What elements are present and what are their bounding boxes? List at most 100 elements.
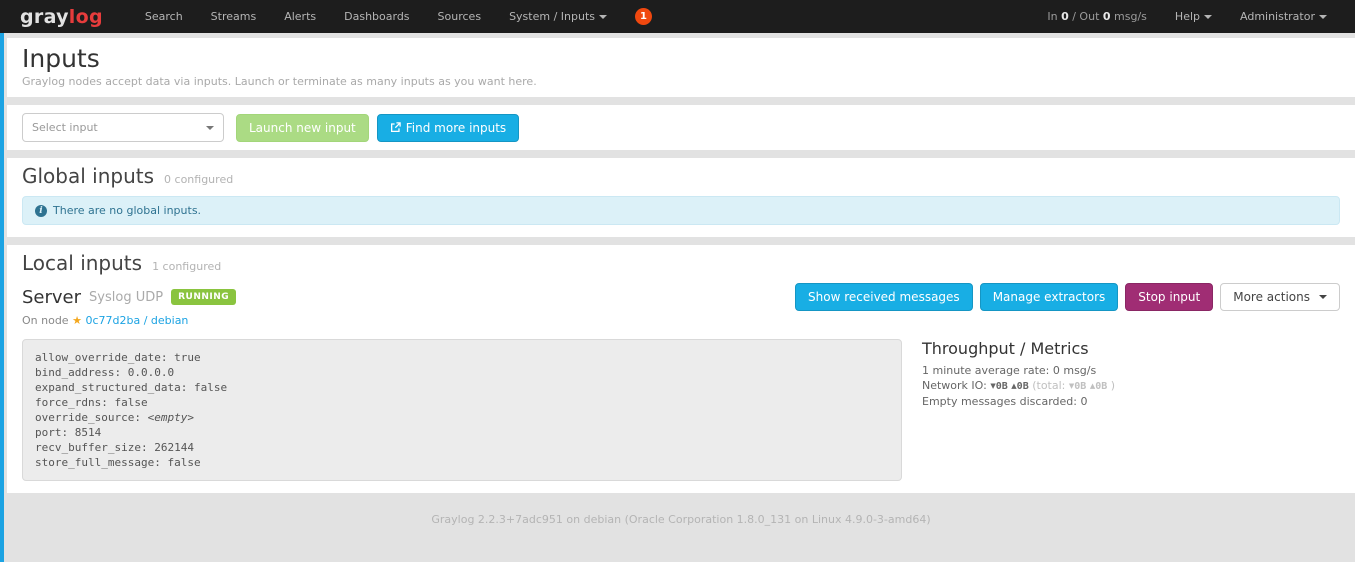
page-content: Inputs Graylog nodes accept data via inp… bbox=[0, 33, 1355, 526]
input-entry-header: Server Syslog UDP RUNNING Show received … bbox=[22, 283, 1340, 311]
nav-item-streams[interactable]: Streams bbox=[197, 1, 271, 32]
network-io-line: Network IO: ▼0B ▲0B (total: ▼0B ▲0B ) bbox=[922, 378, 1115, 394]
nav-item-search[interactable]: Search bbox=[131, 1, 197, 32]
launch-input-card: Select input Launch new input Find more … bbox=[7, 105, 1355, 150]
find-more-inputs-button[interactable]: Find more inputs bbox=[377, 114, 519, 142]
no-global-inputs-alert-text: There are no global inputs. bbox=[53, 204, 201, 217]
brand-text-gray: gray bbox=[20, 6, 69, 28]
throughput-unit: msg/s bbox=[1114, 10, 1147, 23]
input-name: Server bbox=[22, 287, 81, 308]
more-actions-button[interactable]: More actions bbox=[1220, 283, 1340, 311]
avg-rate-line: 1 minute average rate: 0 msg/s bbox=[922, 363, 1115, 378]
throughput-in-label: In bbox=[1047, 10, 1057, 23]
page-description: Graylog nodes accept data via inputs. La… bbox=[22, 75, 1340, 88]
config-line: force_rdns: false bbox=[35, 395, 889, 410]
config-key: force_rdns: bbox=[35, 396, 108, 409]
config-key: port: bbox=[35, 426, 68, 439]
config-line: recv_buffer_size: 262144 bbox=[35, 440, 889, 455]
nav-item-dashboards[interactable]: Dashboards bbox=[330, 1, 423, 32]
empty-messages-line: Empty messages discarded: 0 bbox=[922, 394, 1115, 409]
version-footer: Graylog 2.2.3+7adc951 on debian (Oracle … bbox=[7, 501, 1355, 526]
nav-dropdown-system-inputs-label: System / Inputs bbox=[509, 10, 595, 23]
global-inputs-heading: Global inputs 0 configured bbox=[22, 163, 1340, 189]
config-value: 262144 bbox=[154, 441, 194, 454]
left-accent-bar bbox=[0, 33, 4, 562]
top-navbar: graylog Search Streams Alerts Dashboards… bbox=[0, 0, 1355, 33]
config-key: store_full_message: bbox=[35, 456, 161, 469]
input-details-row: allow_override_date: true bind_address: … bbox=[22, 339, 1340, 481]
nav-user-label: Administrator bbox=[1240, 10, 1315, 23]
config-key: override_source: bbox=[35, 411, 141, 424]
page-title: Inputs bbox=[22, 44, 1340, 73]
status-badge: RUNNING bbox=[171, 289, 236, 305]
input-action-buttons: Show received messages Manage extractors… bbox=[795, 283, 1340, 311]
node-link[interactable]: 0c77d2ba / debian bbox=[85, 314, 188, 327]
io-total-close: ) bbox=[1111, 379, 1115, 392]
config-value: <empty> bbox=[148, 411, 194, 424]
no-global-inputs-alert: i There are no global inputs. bbox=[22, 196, 1340, 225]
input-type: Syslog UDP bbox=[89, 290, 163, 305]
on-node-label: On node bbox=[22, 314, 69, 327]
brand-text-log: log bbox=[69, 6, 103, 28]
local-inputs-title: Local inputs bbox=[22, 250, 142, 276]
config-line: expand_structured_data: false bbox=[35, 380, 889, 395]
nav-item-sources[interactable]: Sources bbox=[424, 1, 496, 32]
external-link-icon bbox=[390, 122, 401, 133]
nav-dropdown-system-inputs[interactable]: System / Inputs bbox=[495, 1, 621, 32]
graylog-logo[interactable]: graylog bbox=[20, 6, 103, 28]
select-input-placeholder: Select input bbox=[32, 121, 98, 134]
config-value: false bbox=[167, 456, 200, 469]
config-key: expand_structured_data: bbox=[35, 381, 187, 394]
notification-badge[interactable]: 1 bbox=[635, 8, 652, 25]
input-configuration-well: allow_override_date: true bind_address: … bbox=[22, 339, 902, 481]
io-total-up-value: 0B bbox=[1095, 381, 1107, 392]
local-inputs-card: Local inputs 1 configured Server Syslog … bbox=[7, 245, 1355, 493]
find-more-inputs-label: Find more inputs bbox=[406, 121, 506, 135]
config-value: 0.0.0.0 bbox=[128, 366, 174, 379]
page-header-card: Inputs Graylog nodes accept data via inp… bbox=[7, 38, 1355, 97]
nav-help-label: Help bbox=[1175, 10, 1200, 23]
config-key: recv_buffer_size: bbox=[35, 441, 148, 454]
info-icon: i bbox=[35, 205, 47, 217]
show-received-messages-button[interactable]: Show received messages bbox=[795, 283, 973, 311]
caret-down-icon bbox=[1319, 15, 1327, 19]
caret-down-icon bbox=[1204, 15, 1212, 19]
nav-dropdown-help[interactable]: Help bbox=[1161, 1, 1226, 32]
global-inputs-card: Global inputs 0 configured i There are n… bbox=[7, 158, 1355, 237]
config-line: store_full_message: false bbox=[35, 455, 889, 470]
network-io-total: (total: ▼0B ▲0B ) bbox=[1032, 379, 1115, 392]
config-value: false bbox=[114, 396, 147, 409]
config-value: 8514 bbox=[75, 426, 102, 439]
throughput-metrics-panel: Throughput / Metrics 1 minute average ra… bbox=[922, 339, 1115, 481]
config-line: override_source: <empty> bbox=[35, 410, 889, 425]
global-throughput-indicator: In 0 / Out 0 msg/s bbox=[1033, 10, 1161, 23]
config-key: allow_override_date: bbox=[35, 351, 167, 364]
stop-input-button[interactable]: Stop input bbox=[1125, 283, 1213, 311]
config-key: bind_address: bbox=[35, 366, 121, 379]
caret-down-icon bbox=[599, 15, 607, 19]
throughput-in-value: 0 bbox=[1061, 10, 1069, 23]
nav-dropdown-user[interactable]: Administrator bbox=[1226, 1, 1341, 32]
config-value: true bbox=[174, 351, 201, 364]
global-inputs-count: 0 configured bbox=[164, 173, 233, 186]
manage-extractors-button[interactable]: Manage extractors bbox=[980, 283, 1119, 311]
caret-down-icon bbox=[206, 126, 214, 130]
on-node-line: On node ★ 0c77d2ba / debian bbox=[22, 314, 1340, 327]
throughput-out-label: / Out bbox=[1072, 10, 1099, 23]
config-line: port: 8514 bbox=[35, 425, 889, 440]
navbar-right: In 0 / Out 0 msg/s Help Administrator bbox=[1033, 1, 1341, 32]
config-line: allow_override_date: true bbox=[35, 350, 889, 365]
nav-item-alerts[interactable]: Alerts bbox=[270, 1, 330, 32]
io-up-value: 0B bbox=[1017, 381, 1029, 392]
config-line: bind_address: 0.0.0.0 bbox=[35, 365, 889, 380]
select-input-dropdown[interactable]: Select input bbox=[22, 113, 224, 142]
star-icon: ★ bbox=[72, 314, 82, 327]
launch-new-input-button[interactable]: Launch new input bbox=[236, 114, 369, 142]
more-actions-label: More actions bbox=[1233, 290, 1310, 304]
global-inputs-title: Global inputs bbox=[22, 163, 154, 189]
caret-down-icon bbox=[1319, 295, 1327, 299]
io-total-label: (total: bbox=[1032, 379, 1065, 392]
throughput-out-value: 0 bbox=[1103, 10, 1111, 23]
network-io-label: Network IO: bbox=[922, 379, 987, 392]
io-down-value: 0B bbox=[996, 381, 1008, 392]
